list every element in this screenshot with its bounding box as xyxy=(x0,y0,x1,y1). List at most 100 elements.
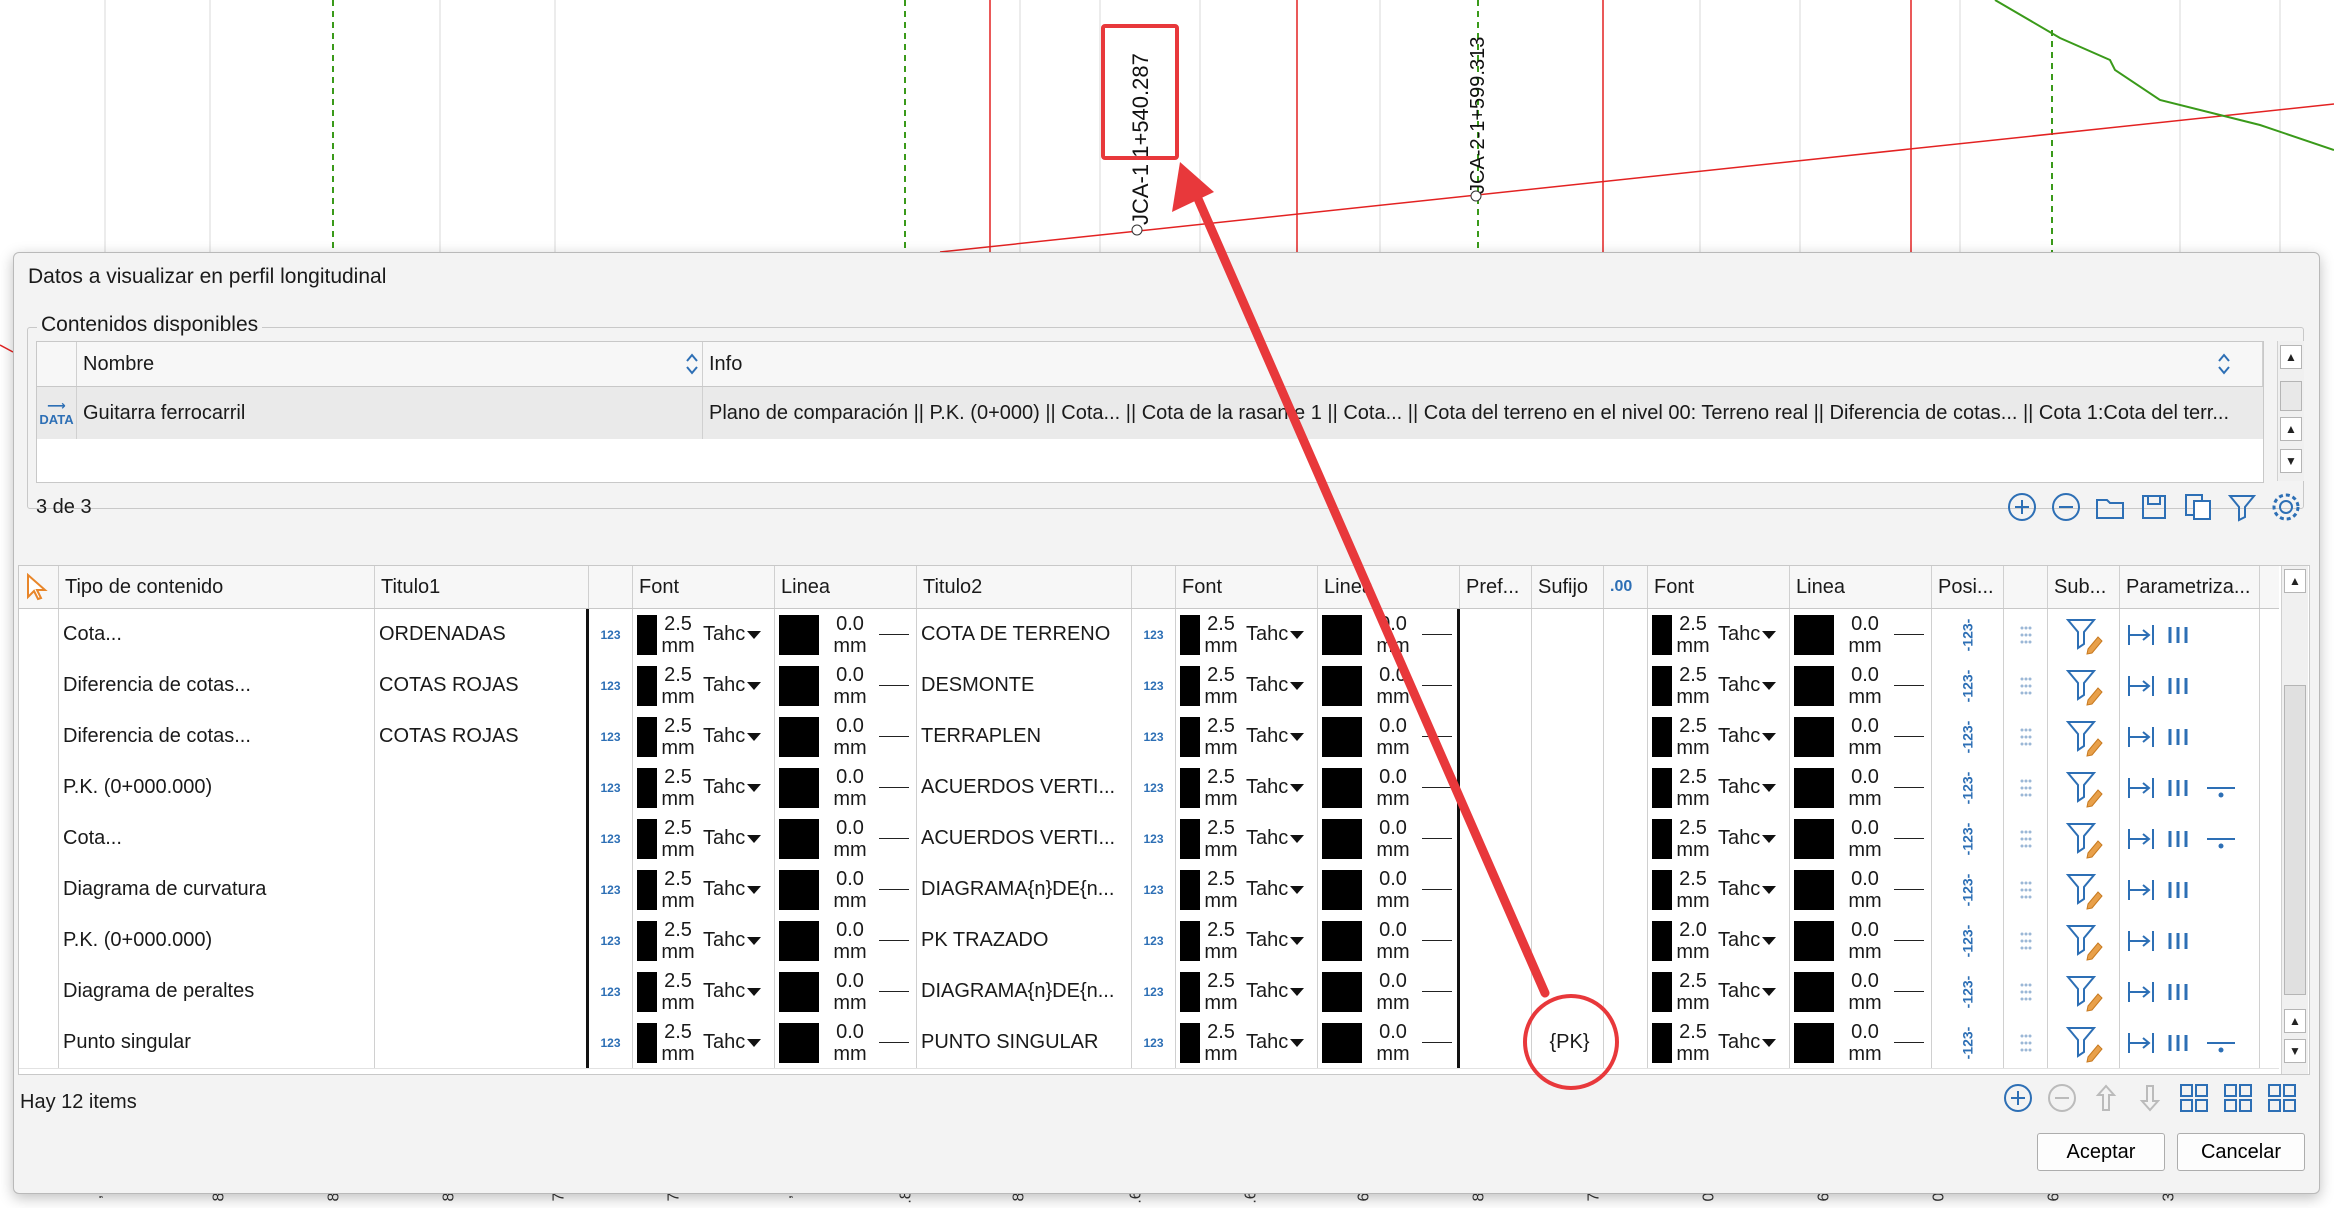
font-cell[interactable]: 2.5 mm Tahc xyxy=(1176,966,1318,1017)
column-header-font2[interactable]: Font xyxy=(1176,566,1318,608)
chevron-down-icon[interactable] xyxy=(1290,630,1305,639)
line-cell[interactable]: 0.0 mm xyxy=(1318,864,1460,915)
line-cell[interactable]: 0.0 mm xyxy=(775,762,917,813)
position-icon[interactable]: -123- xyxy=(1932,660,2004,711)
font-cell[interactable]: 2.5 mm Tahc xyxy=(633,915,775,966)
add-icon[interactable] xyxy=(2003,488,2041,526)
cell-sufijo[interactable] xyxy=(1532,915,1604,966)
cell-titulo1[interactable] xyxy=(375,1017,589,1068)
color-swatch[interactable] xyxy=(637,665,657,706)
column-header-nombre[interactable]: Nombre xyxy=(77,342,703,386)
column-header-sub[interactable]: Sub... xyxy=(2048,566,2120,608)
columns-icon[interactable] xyxy=(2164,1030,2194,1056)
color-swatch[interactable] xyxy=(1180,665,1200,706)
add-icon[interactable] xyxy=(1999,1079,2037,1117)
column-header-sufijo[interactable]: Sufijo xyxy=(1532,566,1604,608)
column-header-titulo2[interactable]: Titulo2 xyxy=(917,566,1132,608)
filter-edit-icon[interactable] xyxy=(2048,915,2120,966)
column-header-titulo1[interactable]: Titulo1 xyxy=(375,566,589,608)
spacing-icon[interactable] xyxy=(2126,826,2156,852)
color-swatch[interactable] xyxy=(1180,920,1200,961)
grid-dots-icon[interactable] xyxy=(2004,711,2048,762)
spacing-icon[interactable] xyxy=(2126,724,2156,750)
remove-icon[interactable] xyxy=(2043,1079,2081,1117)
line-cell[interactable]: 0.0 mm xyxy=(775,864,917,915)
number-format-icon[interactable]: 123 xyxy=(1132,966,1176,1017)
color-swatch[interactable] xyxy=(1652,767,1672,808)
line-cell[interactable]: 0.0 mm xyxy=(775,813,917,864)
font-cell[interactable]: 2.5 mm Tahc xyxy=(1648,660,1790,711)
column-header-tipo[interactable]: Tipo de contenido xyxy=(59,566,375,608)
cell-prefijo[interactable] xyxy=(1460,711,1532,762)
font-cell[interactable]: 2.5 mm Tahc xyxy=(1648,711,1790,762)
table-row[interactable]: Punto singular 123 2.5 mm Tahc 0.0 mm PUNT… xyxy=(19,1017,2279,1069)
cell-titulo2[interactable]: PUNTO SINGULAR xyxy=(917,1017,1132,1068)
parametrization-cell[interactable] xyxy=(2120,966,2260,1017)
font-cell[interactable]: 2.5 mm Tahc xyxy=(633,1017,775,1068)
grid-dots-icon[interactable] xyxy=(2004,915,2048,966)
cell-decimals[interactable] xyxy=(1604,609,1648,660)
line-cell[interactable]: 0.0 mm xyxy=(775,1017,917,1068)
scroll-up-icon[interactable]: ▲ xyxy=(2280,417,2302,441)
font-cell[interactable]: 2.5 mm Tahc xyxy=(633,762,775,813)
filter-edit-icon[interactable] xyxy=(2048,609,2120,660)
position-icon[interactable]: -123- xyxy=(1932,915,2004,966)
line-cell[interactable]: 0.0 mm xyxy=(1318,609,1460,660)
cell-prefijo[interactable] xyxy=(1460,1017,1532,1068)
move-down-icon[interactable] xyxy=(2131,1079,2169,1117)
cell-prefijo[interactable] xyxy=(1460,813,1532,864)
color-swatch[interactable] xyxy=(1180,869,1200,910)
column-header-font1[interactable]: Font xyxy=(633,566,775,608)
color-swatch[interactable] xyxy=(637,920,657,961)
scroll-down-icon[interactable]: ▼ xyxy=(2284,1039,2306,1063)
number-format-icon[interactable]: 123 xyxy=(589,915,633,966)
color-swatch[interactable] xyxy=(1180,971,1200,1012)
column-header-linea1[interactable]: Linea xyxy=(775,566,917,608)
chevron-down-icon[interactable] xyxy=(747,936,762,945)
cell-decimals[interactable] xyxy=(1604,864,1648,915)
cell-titulo1[interactable] xyxy=(375,813,589,864)
color-swatch[interactable] xyxy=(637,1022,657,1063)
color-swatch[interactable] xyxy=(1652,869,1672,910)
line-cell[interactable]: 0.0 mm xyxy=(775,660,917,711)
color-swatch[interactable] xyxy=(1794,920,1834,961)
chevron-down-icon[interactable] xyxy=(1762,732,1777,741)
gear-icon[interactable] xyxy=(2267,488,2305,526)
color-swatch[interactable] xyxy=(1794,767,1834,808)
table-row[interactable]: Diferencia de cotas... COTAS ROJAS 123 2… xyxy=(19,711,2279,763)
cell-sufijo[interactable] xyxy=(1532,813,1604,864)
table-row[interactable]: Diferencia de cotas... COTAS ROJAS 123 2… xyxy=(19,660,2279,712)
line-cell[interactable]: 0.0 mm xyxy=(1790,609,1932,660)
color-swatch[interactable] xyxy=(1322,767,1362,808)
scroll-down-icon[interactable]: ▼ xyxy=(2280,449,2302,473)
line-cell[interactable]: 0.0 mm xyxy=(1318,813,1460,864)
line-cell[interactable]: 0.0 mm xyxy=(1318,762,1460,813)
font-cell[interactable]: 2.5 mm Tahc xyxy=(633,966,775,1017)
color-swatch[interactable] xyxy=(779,818,819,859)
scroll-up-icon[interactable]: ▲ xyxy=(2284,1009,2306,1033)
cursor-icon[interactable] xyxy=(19,566,59,608)
move-up-icon[interactable] xyxy=(2087,1079,2125,1117)
font-cell[interactable]: 2.5 mm Tahc xyxy=(633,609,775,660)
color-swatch[interactable] xyxy=(1322,614,1362,655)
line-cell[interactable]: 0.0 mm xyxy=(1318,660,1460,711)
chevron-down-icon[interactable] xyxy=(1762,987,1777,996)
number-format-icon[interactable]: 123 xyxy=(1132,813,1176,864)
cell-sufijo[interactable] xyxy=(1532,762,1604,813)
chevron-down-icon[interactable] xyxy=(1762,783,1777,792)
number-format-icon[interactable]: 123 xyxy=(589,966,633,1017)
cell-prefijo[interactable] xyxy=(1460,966,1532,1017)
cell-decimals[interactable] xyxy=(1604,711,1648,762)
line-cell[interactable]: 0.0 mm xyxy=(1790,864,1932,915)
cell-decimals[interactable] xyxy=(1604,813,1648,864)
color-swatch[interactable] xyxy=(1794,1022,1834,1063)
cell-titulo2[interactable]: DIAGRAMA{n}DE{n... xyxy=(917,864,1132,915)
color-swatch[interactable] xyxy=(779,767,819,808)
table-row[interactable]: Diagrama de curvatura 123 2.5 mm Tahc 0.0… xyxy=(19,864,2279,916)
line-cell[interactable]: 0.0 mm xyxy=(1318,966,1460,1017)
grid-dots-icon[interactable] xyxy=(2004,966,2048,1017)
color-swatch[interactable] xyxy=(1322,1022,1362,1063)
color-swatch[interactable] xyxy=(637,614,657,655)
chevron-down-icon[interactable] xyxy=(747,1038,762,1047)
cell-titulo2[interactable]: TERRAPLEN xyxy=(917,711,1132,762)
